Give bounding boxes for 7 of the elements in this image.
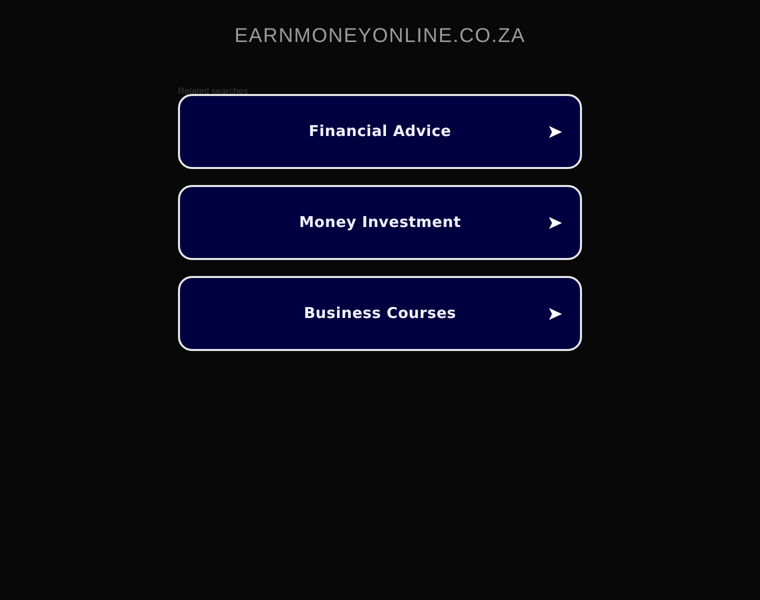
search-link[interactable]: Financial Advice	[178, 94, 582, 169]
domain-title: EARNMONEYONLINE.CO.ZA	[234, 24, 526, 48]
arrow-icon	[549, 217, 562, 229]
arrow-icon	[549, 308, 562, 320]
search-link[interactable]: Money Investment	[178, 185, 582, 260]
search-link[interactable]: Business Courses	[178, 276, 582, 351]
arrow-icon	[549, 126, 562, 138]
